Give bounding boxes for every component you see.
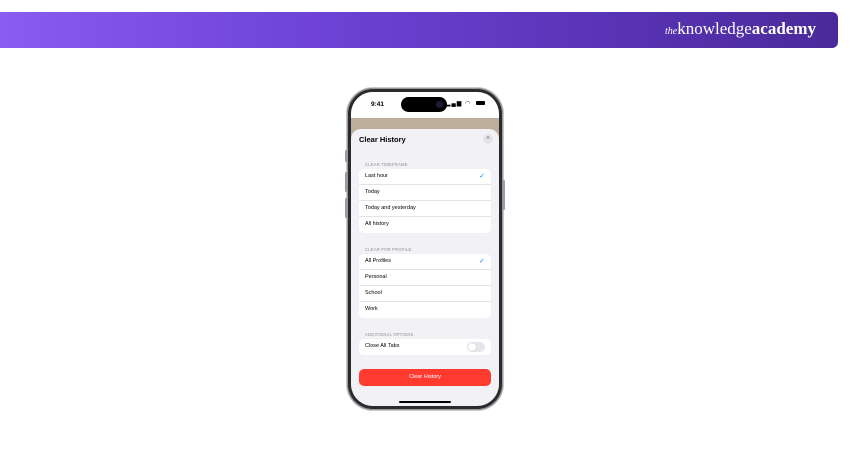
status-time: 9:41: [371, 101, 385, 108]
option-label: Last hour: [365, 173, 388, 179]
option-label: All Profiles: [365, 258, 391, 264]
volume-up-button: [345, 172, 347, 192]
battery-icon: [476, 101, 485, 106]
close-all-tabs-label: Close All Tabs: [365, 343, 400, 349]
status-bar: 9:41 ▂▄▆ ◠: [351, 92, 499, 118]
brand-name: knowledge: [677, 19, 752, 38]
camera-icon: [436, 101, 443, 108]
close-all-tabs-row: Close All Tabs: [359, 339, 491, 355]
phone-frame: 9:41 ▂▄▆ ◠ Clear History × CLEAR TIMEFRA…: [345, 88, 505, 410]
option-label: School: [365, 290, 382, 296]
brand-logo[interactable]: theknowledgeacademy: [665, 19, 816, 39]
clear-history-sheet: Clear History × CLEAR TIMEFRAME Last hou…: [351, 129, 499, 406]
profile-option-school[interactable]: School: [359, 286, 491, 302]
power-button: [503, 180, 505, 210]
sheet-title: Clear History: [359, 135, 406, 144]
brand-suffix: academy: [751, 19, 816, 38]
additional-options-group: Close All Tabs: [359, 339, 491, 355]
timeframe-option-last-hour[interactable]: Last hour ✓: [359, 169, 491, 185]
checkmark-icon: ✓: [479, 258, 485, 265]
status-icons: ▂▄▆ ◠: [446, 100, 485, 107]
volume-down-button: [345, 198, 347, 218]
timeframe-option-today[interactable]: Today: [359, 185, 491, 201]
option-label: Personal: [365, 274, 387, 280]
option-label: Today and yesterday: [365, 205, 416, 211]
brand-prefix: the: [664, 26, 678, 37]
profile-header: CLEAR FOR PROFILE: [365, 247, 412, 252]
profile-option-personal[interactable]: Personal: [359, 270, 491, 286]
toggle-knob: [468, 343, 476, 351]
dynamic-island: [401, 97, 447, 112]
signal-icon: ▂▄▆: [445, 101, 463, 107]
option-label: Today: [365, 189, 380, 195]
home-indicator[interactable]: [399, 401, 451, 403]
profile-option-work[interactable]: Work: [359, 302, 491, 318]
timeframe-header: CLEAR TIMEFRAME: [365, 162, 408, 167]
profile-group: All Profiles ✓ Personal School Work: [359, 254, 491, 318]
option-label: Work: [365, 306, 378, 312]
option-label: All history: [365, 221, 389, 227]
timeframe-group: Last hour ✓ Today Today and yesterday Al…: [359, 169, 491, 233]
clear-history-button[interactable]: Clear History: [359, 369, 491, 386]
timeframe-option-all-history[interactable]: All history: [359, 217, 491, 233]
close-all-tabs-toggle[interactable]: [467, 342, 485, 352]
action-button: [345, 150, 347, 162]
close-button[interactable]: ×: [483, 134, 493, 144]
wifi-icon: ◠: [465, 101, 472, 107]
checkmark-icon: ✓: [479, 173, 485, 180]
close-icon: ×: [485, 135, 491, 142]
timeframe-option-today-and-yesterday[interactable]: Today and yesterday: [359, 201, 491, 217]
phone-screen: 9:41 ▂▄▆ ◠ Clear History × CLEAR TIMEFRA…: [351, 92, 499, 406]
header-banner: theknowledgeacademy: [0, 12, 838, 48]
additional-options-header: ADDITIONAL OPTIONS: [365, 332, 414, 337]
profile-option-all-profiles[interactable]: All Profiles ✓: [359, 254, 491, 270]
